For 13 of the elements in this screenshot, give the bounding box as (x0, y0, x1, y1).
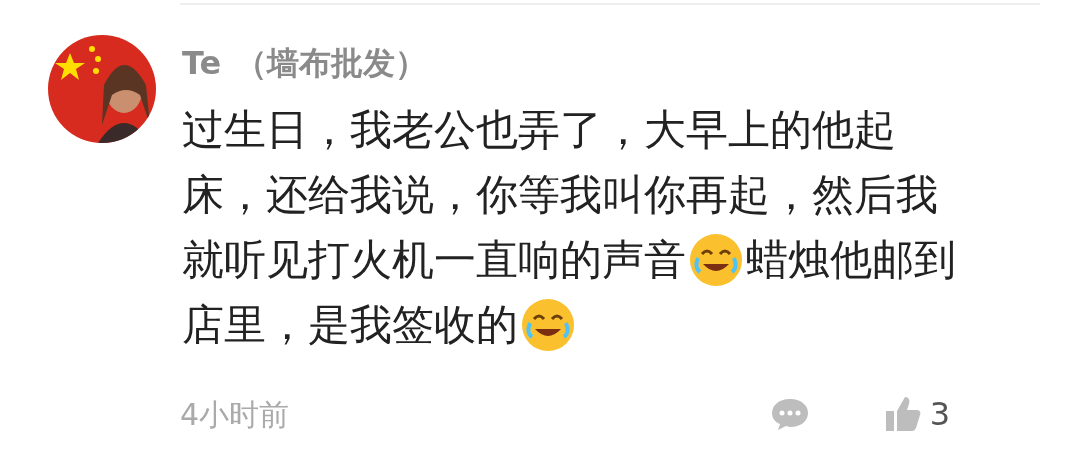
comment-text: 蜡烛他邮到 (746, 234, 956, 286)
comment-icon[interactable] (769, 397, 810, 431)
laughing-emoji-icon (520, 296, 576, 353)
comment-text: 就听见打火机一直响的声音 (182, 234, 686, 286)
author-tag: （墙布批发） (235, 43, 428, 83)
laughing-emoji-icon (688, 231, 744, 288)
like-count: 3 (929, 394, 950, 435)
comment-text: 床，还给我说，你等我叫你再起，然后我 (182, 169, 938, 221)
author-name[interactable]: Te (182, 43, 222, 83)
thumbs-up-icon[interactable] (883, 395, 922, 433)
timestamp: 4小时前 (180, 395, 290, 434)
comment-text: 店里，是我签收的 (182, 299, 518, 351)
comment-text: 过生日，我老公也弄了，大早上的他起 (182, 104, 896, 156)
